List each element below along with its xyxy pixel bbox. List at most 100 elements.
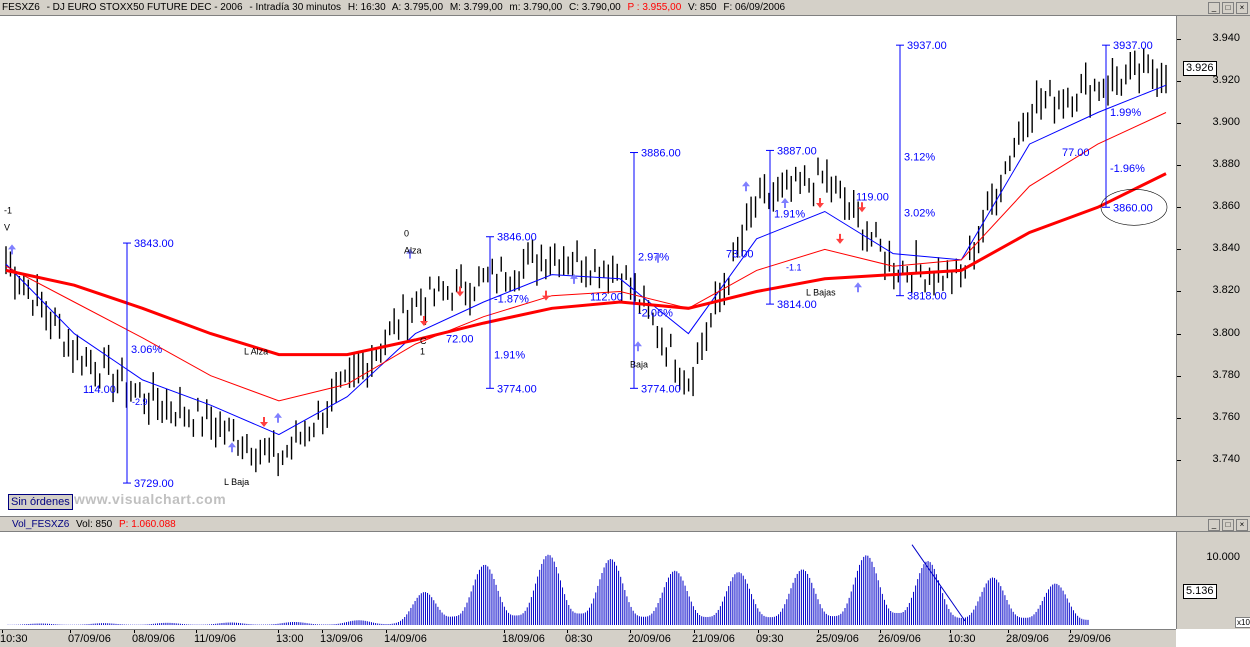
time-tick-label: 18/09/06 [502, 633, 545, 645]
time-tick-mark [694, 630, 695, 633]
range-pct2-label: 3.02% [904, 207, 935, 219]
price-tick-mark [1177, 123, 1181, 125]
price-tick-mark [1177, 333, 1181, 335]
range-pts-label: 72.00 [446, 334, 474, 346]
range-annotation: 3887.00 3814.00 1.91% 73.00 [726, 145, 817, 311]
range-bottom-label: 3860.00 [1113, 202, 1153, 214]
time-tick-mark [322, 630, 323, 633]
hour-value: H: 16:30 [347, 2, 386, 13]
range-top-label: 3937.00 [1113, 40, 1153, 52]
time-tick-label: 20/09/06 [628, 633, 671, 645]
time-tick-label: 13:00 [276, 633, 304, 645]
time-tick-mark [818, 630, 819, 633]
range-top-label: 3843.00 [134, 238, 174, 250]
price-tick-mark [1177, 459, 1181, 461]
range-pct2-label: -2.06% [638, 307, 673, 319]
range-bottom-label: 3774.00 [497, 383, 537, 395]
time-tick-mark [278, 630, 279, 633]
scale-badge[interactable]: x10 [1235, 617, 1250, 628]
range-pct2-label: 1.91% [494, 350, 525, 362]
up-arrow-icon [274, 412, 282, 423]
range-pct-label: -1.87% [494, 294, 529, 306]
orders-status[interactable]: Sin órdenes [8, 494, 73, 510]
price-chart[interactable]: 3843.00 3729.00 3.06% 114.00 3846.00 3774.00 -… [0, 16, 1176, 516]
signal-label: Alza [404, 246, 422, 256]
price-tick-mark [1177, 417, 1181, 419]
time-tick-mark [950, 630, 951, 633]
range-annotation: 3937.00 3818.00 3.12% 119.00 3.02% [856, 40, 947, 303]
up-arrow-icon [854, 282, 862, 293]
time-tick-label: 10:30 [0, 633, 28, 645]
time-tick-mark [630, 630, 631, 633]
signal-label: C [420, 336, 427, 346]
minimize-button[interactable]: _ [1208, 2, 1220, 14]
range-pts-label: 112.00 [590, 291, 623, 303]
price-tick-label: 3.840 [1212, 242, 1240, 255]
interval-label: - Intradía 30 minutos [249, 2, 342, 13]
volume-axis[interactable]: 10.000 5.136 [1176, 532, 1250, 629]
volume-name: Vol_FESXZ6 [12, 519, 70, 530]
price-tick-mark [1177, 249, 1181, 251]
close-button[interactable]: × [1236, 2, 1248, 14]
range-bottom-label: 3774.00 [641, 383, 681, 395]
price-tick-label: 3.920 [1212, 73, 1240, 86]
p-value: P : 3.955,00 [627, 2, 682, 13]
watermark: www.visualchart.com [74, 491, 227, 507]
price-tick-label: 3.740 [1212, 452, 1240, 465]
signal-label: V [4, 222, 10, 232]
price-window-buttons: _ □ × [1208, 2, 1248, 14]
time-tick-label: 28/09/06 [1006, 633, 1049, 645]
price-bars [5, 48, 1167, 477]
range-pct2-label: -1.96% [1110, 163, 1145, 175]
price-tick-mark [1177, 375, 1181, 377]
instrument-name: - DJ EURO STOXX50 FUTURE DEC - 2006 [46, 2, 243, 13]
time-tick-label: 08:30 [565, 633, 593, 645]
up-arrow-icon [781, 198, 789, 209]
current-volume-box: 5.136 [1183, 583, 1217, 599]
range-top-label: 3887.00 [777, 145, 817, 157]
time-tick-label: 26/09/06 [878, 633, 921, 645]
price-tick-mark [1177, 80, 1181, 82]
price-tick-label: 3.800 [1212, 326, 1240, 339]
signal-label: -1 [4, 206, 12, 216]
time-tick-label: 07/09/06 [68, 633, 111, 645]
time-tick-mark [134, 630, 135, 633]
time-tick-mark [70, 630, 71, 633]
price-tick-label: 3.820 [1212, 284, 1240, 297]
range-pct-label: 3.12% [904, 151, 935, 163]
chart-window: FESXZ6 - DJ EURO STOXX50 FUTURE DEC - 20… [0, 0, 1250, 647]
volume-window-buttons: _ □ × [1208, 519, 1248, 531]
time-tick-label: 25/09/06 [816, 633, 859, 645]
signal-label: L Alza [244, 347, 268, 357]
vol-maximize-button[interactable]: □ [1222, 519, 1234, 531]
time-tick-mark [196, 630, 197, 633]
up-arrow-icon [742, 181, 750, 192]
price-axis[interactable]: 3.940 3.920 3.900 3.880 3.860 3.840 3.820 3.800… [1176, 16, 1250, 516]
time-tick-label: 14/09/06 [384, 633, 427, 645]
down-arrow-icon [836, 233, 844, 244]
maximize-button[interactable]: □ [1222, 2, 1234, 14]
range-top-label: 3886.00 [641, 148, 681, 160]
time-tick-mark [758, 630, 759, 633]
up-arrow-icon [634, 341, 642, 352]
volume-chart[interactable] [0, 532, 1176, 629]
time-tick-mark [504, 630, 505, 633]
down-arrow-icon [420, 315, 428, 326]
range-bottom-label: 3729.00 [134, 478, 174, 490]
vol-close-button[interactable]: × [1236, 519, 1248, 531]
down-arrow-icon [858, 202, 866, 213]
time-tick-mark [1070, 630, 1071, 633]
close-value: C: 3.790,00 [569, 2, 621, 13]
time-tick-label: 21/09/06 [692, 633, 735, 645]
high-value: M: 3.799,00 [449, 2, 503, 13]
volume-value: V: 850 [688, 2, 717, 13]
time-axis[interactable]: 10:30 07/09/06 08/09/06 11/09/06 13:00 13/09/… [0, 629, 1176, 647]
volume-vol: Vol: 850 [76, 519, 113, 530]
range-top-label: 3937.00 [907, 40, 947, 52]
vol-minimize-button[interactable]: _ [1208, 519, 1220, 531]
time-tick-mark [386, 630, 387, 633]
signal-label: -1.1 [786, 262, 802, 272]
range-pct-label: 1.99% [1110, 107, 1141, 119]
down-arrow-icon [542, 290, 550, 301]
range-pts-label: 119.00 [856, 191, 889, 203]
